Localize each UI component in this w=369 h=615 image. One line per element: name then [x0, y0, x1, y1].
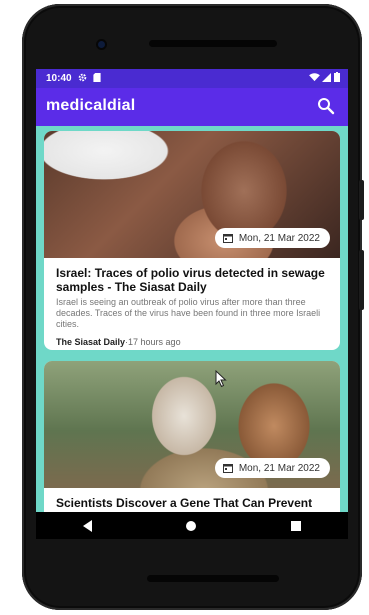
article-time: ·17 hours ago [125, 337, 181, 347]
navigation-bar [36, 512, 348, 539]
volume-button[interactable] [359, 250, 364, 310]
battery-icon [334, 72, 340, 82]
article-title[interactable]: Israel: Traces of polio virus detected i… [56, 266, 332, 294]
gear-icon [78, 73, 87, 84]
app-title: medicaldial [46, 97, 136, 114]
wifi-icon [309, 73, 320, 82]
sd-card-icon [92, 73, 101, 84]
calendar-icon [222, 464, 233, 473]
article-date: Mon, 21 Mar 2022 [238, 232, 320, 244]
article-source: The Siasat Daily [56, 337, 126, 347]
screen: 10:40 medicaldial Mon, 21 Mar 2022 Israe… [36, 69, 348, 539]
earpiece-speaker [149, 40, 277, 47]
bottom-speaker [147, 575, 279, 582]
news-list[interactable]: Mon, 21 Mar 2022 Israel: Traces of polio… [36, 126, 348, 521]
power-button[interactable] [359, 180, 364, 220]
front-camera [98, 41, 105, 48]
status-time: 10:40 [46, 73, 72, 84]
search-icon[interactable] [316, 96, 336, 116]
date-chip: Mon, 21 Mar 2022 [214, 228, 330, 248]
article-title[interactable]: Scientists Discover a Gene That Can Prev… [56, 496, 332, 510]
article-date: Mon, 21 Mar 2022 [238, 462, 320, 474]
article-description: Israel is seeing an outbreak of polio vi… [56, 297, 321, 329]
news-card[interactable]: Mon, 21 Mar 2022 Scientists Discover a G… [44, 361, 340, 521]
home-icon[interactable] [186, 520, 197, 531]
app-bar: medicaldial [36, 88, 348, 126]
news-card[interactable]: Mon, 21 Mar 2022 Israel: Traces of polio… [44, 131, 340, 350]
status-bar: 10:40 [36, 69, 348, 88]
article-meta: The Siasat Daily·17 hours ago [56, 337, 181, 347]
recents-icon[interactable] [290, 520, 301, 531]
mouse-cursor-icon [215, 370, 227, 388]
signal-icon [322, 73, 332, 82]
calendar-icon [222, 234, 233, 243]
back-icon[interactable] [83, 519, 93, 532]
status-right-icons [309, 72, 340, 84]
date-chip: Mon, 21 Mar 2022 [214, 458, 330, 478]
